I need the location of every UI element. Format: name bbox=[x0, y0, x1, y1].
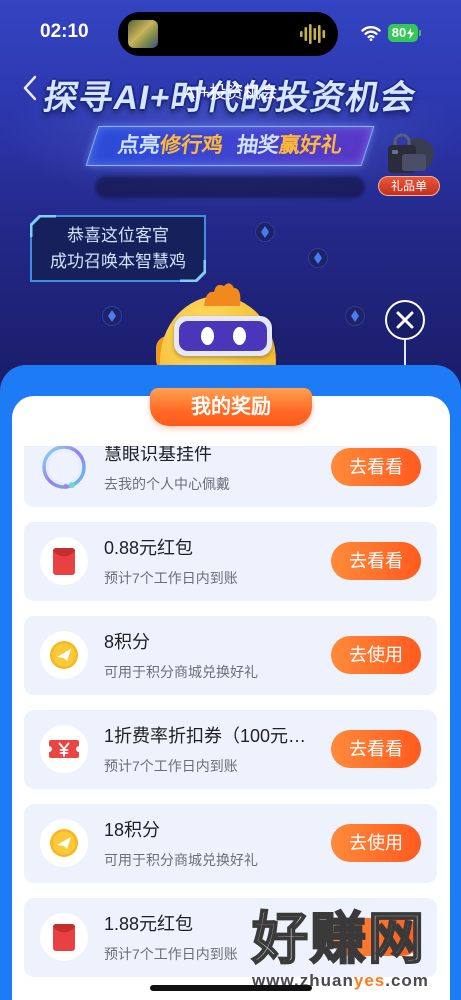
mascot-eye bbox=[201, 327, 214, 345]
close-button[interactable] bbox=[385, 300, 425, 340]
watermark-brand: 好赚网 bbox=[251, 907, 426, 971]
reward-item: 18积分 可用于积分商城兑换好礼 去使用 bbox=[24, 804, 437, 883]
goggles-lens bbox=[179, 321, 267, 351]
chevron-left-icon bbox=[23, 75, 37, 101]
view-reward-button[interactable]: 去看看 bbox=[331, 730, 421, 768]
mascot-goggles bbox=[174, 316, 272, 356]
points-coin-icon bbox=[50, 641, 78, 669]
speech-bubble-line: 成功召唤本智慧鸡 bbox=[50, 252, 186, 271]
battery-level: 80 bbox=[391, 25, 407, 40]
red-envelope-icon bbox=[53, 924, 75, 951]
reward-icon bbox=[40, 537, 88, 585]
watermark-url-part: .com bbox=[385, 971, 429, 990]
star-coin-icon bbox=[102, 306, 122, 326]
coupon-ticket-icon bbox=[49, 740, 79, 758]
slogan-part: 点亮 bbox=[116, 134, 162, 157]
reward-subtitle: 去我的个人中心佩戴 bbox=[104, 476, 230, 492]
rewards-title: 我的奖励 bbox=[150, 388, 312, 426]
reward-title: 18积分 bbox=[104, 820, 161, 840]
reward-item: 慧眼识基挂件 去我的个人中心佩戴 去看看 bbox=[24, 446, 437, 507]
star-coin-icon bbox=[345, 306, 365, 326]
reward-subtitle: 可用于积分商城兑换好礼 bbox=[104, 664, 258, 680]
speech-bubble-line: 恭喜这位客官 bbox=[67, 226, 169, 245]
avatar-frame-icon bbox=[42, 446, 86, 489]
winners-marquee bbox=[95, 176, 365, 198]
reward-title: 0.88元红包 bbox=[104, 538, 194, 558]
red-envelope-icon bbox=[53, 548, 75, 575]
wifi-icon bbox=[361, 26, 381, 41]
reward-icon bbox=[40, 913, 88, 961]
close-connector-line bbox=[404, 340, 406, 366]
reward-subtitle: 预计7个工作日内到账 bbox=[104, 946, 238, 962]
slogan-banner: 点亮修行鸡 抽奖赢好礼 bbox=[85, 126, 375, 166]
reward-icon bbox=[40, 631, 88, 679]
mascot-comb bbox=[204, 283, 241, 306]
gift-bag-icon bbox=[388, 133, 434, 173]
gift-list-label: 礼品单 bbox=[378, 176, 440, 196]
reward-subtitle: 可用于积分商城兑换好礼 bbox=[104, 852, 258, 868]
use-reward-button[interactable]: 去使用 bbox=[331, 636, 421, 674]
back-button[interactable] bbox=[22, 75, 44, 103]
audio-waveform-icon bbox=[300, 24, 326, 44]
gift-list-button[interactable]: 礼品单 bbox=[378, 130, 440, 196]
reward-title: 1折费率折扣券（100元… bbox=[104, 726, 307, 746]
close-icon bbox=[396, 311, 414, 329]
home-indicator[interactable] bbox=[150, 985, 312, 991]
reward-icon bbox=[40, 446, 88, 491]
reward-subtitle: 预计7个工作日内到账 bbox=[104, 570, 238, 586]
reward-subtitle: 预计7个工作日内到账 bbox=[104, 758, 238, 774]
slogan-text: 点亮修行鸡 抽奖赢好礼 bbox=[89, 126, 371, 166]
reward-icon bbox=[40, 725, 88, 773]
star-coin-icon bbox=[255, 222, 275, 242]
reward-title: 慧眼识基挂件 bbox=[104, 446, 212, 464]
mascot-eye bbox=[233, 327, 246, 345]
reward-icon bbox=[40, 819, 88, 867]
use-reward-button[interactable]: 去使用 bbox=[331, 824, 421, 862]
slogan-part: 修行鸡 bbox=[158, 134, 225, 157]
slogan-part: 赢好礼 bbox=[277, 134, 344, 157]
view-reward-button[interactable]: 去看看 bbox=[331, 542, 421, 580]
app-thumbnail bbox=[128, 20, 158, 48]
speech-bubble: 恭喜这位客官 成功召唤本智慧鸡 bbox=[30, 215, 206, 282]
charging-bolt-icon bbox=[407, 27, 415, 39]
page-title: AI+投资机会 bbox=[183, 83, 278, 102]
points-coin-icon bbox=[50, 829, 78, 857]
view-reward-button[interactable]: 去看看 bbox=[331, 448, 421, 486]
reward-item: 1折费率折扣券（100元… 预计7个工作日内到账 去看看 bbox=[24, 710, 437, 789]
watermark-url-part: yes bbox=[353, 971, 386, 990]
battery-icon: 80 bbox=[388, 24, 418, 42]
battery-nub bbox=[419, 30, 421, 36]
site-watermark: 好赚网 www.zhuanyes.com bbox=[251, 907, 429, 992]
reward-item: 8积分 可用于积分商城兑换好礼 去使用 bbox=[24, 616, 437, 695]
reward-title: 8积分 bbox=[104, 632, 151, 652]
reward-item: 0.88元红包 预计7个工作日内到账 去看看 bbox=[24, 522, 437, 601]
reward-title: 1.88元红包 bbox=[104, 914, 194, 934]
status-time: 02:10 bbox=[40, 21, 89, 42]
slogan-part: 抽奖 bbox=[235, 134, 281, 157]
star-coin-icon bbox=[308, 248, 328, 268]
dynamic-island bbox=[118, 12, 338, 56]
